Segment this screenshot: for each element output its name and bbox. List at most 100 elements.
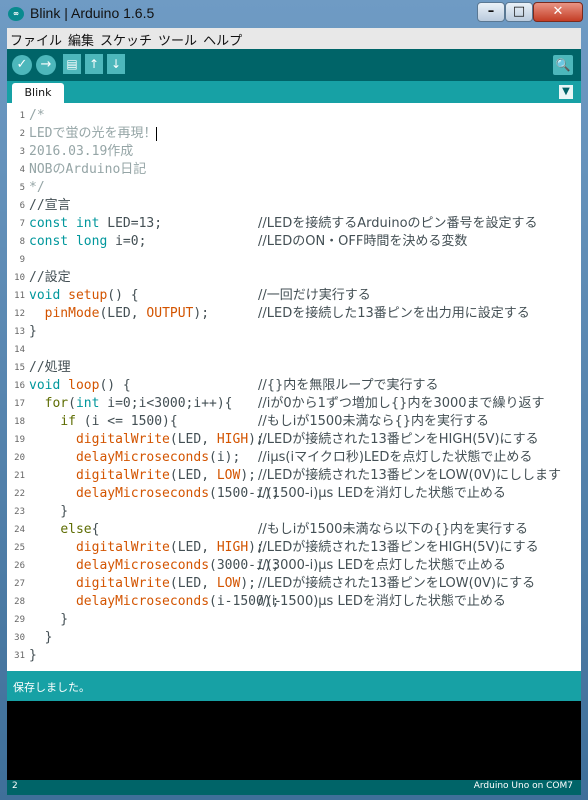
console-output[interactable]	[7, 701, 581, 780]
menu-file[interactable]: ファイル	[7, 28, 65, 49]
line-number: 21	[14, 471, 25, 481]
arduino-ide-window: ∞ Blink | Arduino 1.6.5 – □ ✕ ファイル 編集 スケ…	[0, 0, 588, 800]
code-text: 2016.03.19作成	[29, 144, 134, 159]
code-text: digitalWrite(LED, HIGH);	[75, 540, 264, 555]
line-number: 19	[14, 435, 25, 445]
line-number: 26	[14, 561, 25, 571]
code-line: 8 const long i=0; //LEDのON・OFF時間を決める変数	[7, 233, 581, 251]
code-comment: //{}内を無限ループで実行する	[258, 378, 439, 393]
code-text: void setup() {	[29, 288, 139, 303]
current-line-number: 2	[12, 781, 18, 791]
title-bar: ∞ Blink | Arduino 1.6.5 – □ ✕	[0, 0, 588, 28]
chevron-down-icon: ▼	[562, 86, 570, 97]
code-text: }	[29, 630, 53, 645]
line-number: 30	[14, 633, 25, 643]
code-comment: //LEDが接続された13番ピンをLOW(0V)にしします	[258, 468, 561, 483]
code-text: }	[29, 324, 37, 339]
close-button[interactable]: ✕	[533, 2, 583, 22]
code-comment: //LEDが接続された13番ピンをLOW(0V)にする	[258, 576, 536, 591]
magnifier-icon: 🔍	[555, 58, 571, 72]
menu-bar: ファイル 編集 スケッチ ツール ヘルプ	[7, 28, 581, 50]
code-comment: //一回だけ実行する	[258, 288, 371, 303]
code-line: 15 //処理	[7, 359, 581, 377]
line-number: 16	[14, 381, 25, 391]
line-number: 8	[19, 237, 25, 247]
board-port-label: Arduino Uno on COM7	[473, 781, 573, 791]
verify-button[interactable]: ✓	[12, 55, 32, 75]
upload-button[interactable]: →	[36, 55, 56, 75]
code-comment: //(i-1500)μs LEDを消灯した状態で止める	[258, 594, 506, 609]
arrow-up-icon: ↑	[88, 57, 100, 71]
code-line: 25 digitalWrite(LED, HIGH);//LEDが接続された13…	[7, 539, 581, 557]
code-editor[interactable]: 1 /* 2 LEDで蛍の光を再現！ 3 2016.03.19作成 4 NOBのArduino…	[7, 103, 581, 671]
code-text: /*	[29, 108, 45, 123]
menu-help[interactable]: ヘルプ	[200, 28, 245, 49]
window-title: Blink | Arduino 1.6.5	[30, 5, 155, 21]
menu-tools[interactable]: ツール	[155, 28, 200, 49]
code-text: delayMicroseconds(i);	[75, 450, 241, 465]
code-line: 7 const int LED=13; //LEDを接続するArduinoのピン番号…	[7, 215, 581, 233]
maximize-button[interactable]: □	[505, 2, 533, 22]
code-line: 3 2016.03.19作成	[7, 143, 581, 161]
menu-edit[interactable]: 編集	[65, 28, 97, 49]
line-number: 31	[14, 651, 25, 661]
code-text: //処理	[29, 360, 71, 375]
arduino-app-icon: ∞	[8, 7, 24, 21]
new-button[interactable]: ▤	[63, 54, 81, 74]
arrow-down-icon: ↓	[110, 57, 122, 71]
code-line: 5 */	[7, 179, 581, 197]
code-comment: //LEDを接続するArduinoのピン番号を設定する	[258, 216, 538, 231]
code-comment: //もしiが1500未満なら以下の{}内を実行する	[258, 522, 528, 537]
serial-monitor-button[interactable]: 🔍	[553, 55, 573, 75]
code-line: 4 NOBのArduino日記	[7, 161, 581, 179]
tab-blink[interactable]: Blink	[12, 83, 64, 103]
line-number: 12	[14, 309, 25, 319]
code-line: 11 void setup() { //一回だけ実行する	[7, 287, 581, 305]
tab-menu-button[interactable]: ▼	[559, 85, 573, 99]
code-line: 20 delayMicroseconds(i); //iμs(iマイクロ秒)LED…	[7, 449, 581, 467]
code-comment: //iμs(iマイクロ秒)LEDを点灯した状態で止める	[258, 450, 533, 465]
line-number: 6	[19, 201, 25, 211]
line-number: 10	[14, 273, 25, 283]
code-line: 23 }	[7, 503, 581, 521]
open-button[interactable]: ↑	[85, 54, 103, 74]
code-text: const int LED=13;	[29, 216, 163, 231]
code-text: //宣言	[29, 198, 71, 213]
code-text: delayMicroseconds(1500-i);	[75, 486, 280, 501]
code-line: 28 delayMicroseconds(i-1500);//(i-1500)μ…	[7, 593, 581, 611]
code-line: 29 }	[7, 611, 581, 629]
code-comment: //もしiが1500未満なら{}内を実行する	[258, 414, 489, 429]
text-cursor	[156, 126, 158, 141]
code-line: 18 if (i <= 1500){//もしiが1500未満なら{}内を実行する	[7, 413, 581, 431]
line-number: 22	[14, 489, 25, 499]
code-text: */	[29, 180, 45, 195]
save-button[interactable]: ↓	[107, 54, 125, 74]
code-text: }	[29, 648, 37, 663]
code-text: pinMode(LED, OUTPUT);	[44, 306, 210, 321]
line-number: 24	[14, 525, 25, 535]
line-number: 28	[14, 597, 25, 607]
line-number: 9	[19, 255, 25, 265]
code-comment: //LEDのON・OFF時間を決める変数	[258, 234, 468, 249]
code-line: 13}	[7, 323, 581, 341]
check-icon: ✓	[16, 57, 28, 72]
menu-sketch[interactable]: スケッチ	[97, 28, 155, 49]
code-comment: //(1500-i)μs LEDを消灯した状態で止める	[258, 486, 506, 501]
code-text: NOBのArduino日記	[29, 162, 147, 177]
new-file-icon: ▤	[66, 57, 78, 71]
line-number: 4	[19, 165, 25, 175]
line-number: 27	[14, 579, 25, 589]
line-number: 20	[14, 453, 25, 463]
code-text: void loop() {	[29, 378, 131, 393]
line-number: 15	[14, 363, 25, 373]
code-text: digitalWrite(LED, LOW);	[75, 576, 256, 591]
line-number: 11	[14, 291, 25, 301]
code-line: 6 //宣言	[7, 197, 581, 215]
code-text: else{	[60, 522, 100, 537]
minimize-button[interactable]: –	[477, 2, 505, 22]
code-text: //設定	[29, 270, 71, 285]
line-number: 1	[19, 111, 25, 121]
line-number: 18	[14, 417, 25, 427]
code-line: 27 digitalWrite(LED, LOW);//LEDが接続された13番…	[7, 575, 581, 593]
code-line: 22 delayMicroseconds(1500-i);//(1500-i)μ…	[7, 485, 581, 503]
